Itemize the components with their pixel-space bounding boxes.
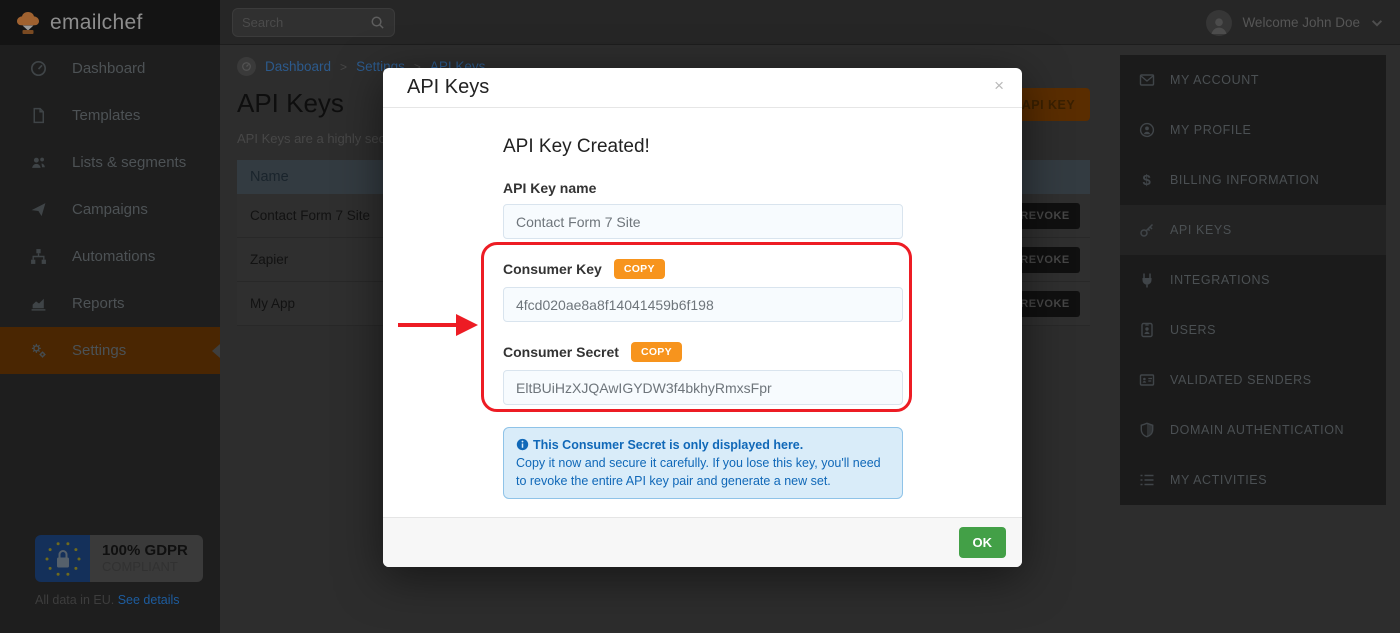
brand-logo: emailchef <box>0 0 220 45</box>
left-sidebar: Dashboard Templates Lists & segments Cam… <box>0 45 220 633</box>
brand-name: emailchef <box>50 11 143 35</box>
chevron-down-icon <box>1370 16 1384 30</box>
menu-item-my-account[interactable]: MY ACCOUNT <box>1120 55 1386 105</box>
shield-icon <box>1139 422 1155 438</box>
breadcrumb-home-icon <box>237 57 256 76</box>
modal-title: API Keys <box>407 76 489 99</box>
menu-item-label: VALIDATED SENDERS <box>1170 373 1312 387</box>
sidebar-item-label: Dashboard <box>72 60 145 77</box>
file-icon <box>30 107 47 124</box>
gears-icon <box>30 342 47 359</box>
avatar <box>1206 10 1232 36</box>
id-badge-icon <box>1139 322 1155 338</box>
menu-item-label: MY PROFILE <box>1170 123 1251 137</box>
menu-item-label: BILLING INFORMATION <box>1170 173 1319 187</box>
paper-plane-icon <box>30 201 47 218</box>
key-icon <box>1139 222 1155 238</box>
dashboard-icon <box>30 60 47 77</box>
chart-icon <box>30 295 47 312</box>
consumer-key-label: Consumer Key <box>503 261 602 277</box>
copy-consumer-key-button[interactable]: COPY <box>614 259 665 279</box>
menu-item-domain-authentication[interactable]: DOMAIN AUTHENTICATION <box>1120 405 1386 455</box>
api-key-name: Contact Form 7 Site <box>250 208 370 223</box>
menu-item-my-activities[interactable]: MY ACTIVITIES <box>1120 455 1386 505</box>
envelope-icon <box>1139 72 1155 88</box>
page-subtitle: API Keys are a highly secu <box>237 131 392 146</box>
menu-item-users[interactable]: USERS <box>1120 305 1386 355</box>
page-title: API Keys <box>237 88 344 119</box>
see-details-link[interactable]: See details <box>118 593 180 607</box>
sidebar-item-dashboard[interactable]: Dashboard <box>0 45 220 92</box>
eu-lock-icon <box>35 535 90 582</box>
consumer-secret-label: Consumer Secret <box>503 344 619 360</box>
sidebar-item-automations[interactable]: Automations <box>0 233 220 280</box>
api-key-name-input[interactable] <box>503 204 903 239</box>
secret-warning-note: This Consumer Secret is only displayed h… <box>503 427 903 499</box>
modal-header: API Keys × <box>383 68 1022 108</box>
dollar-icon: $ <box>1139 172 1155 188</box>
consumer-key-input[interactable] <box>503 287 903 322</box>
menu-item-label: INTEGRATIONS <box>1170 273 1270 287</box>
active-item-notch <box>212 344 220 358</box>
api-key-name-label: API Key name <box>503 180 596 196</box>
user-menu[interactable]: Welcome John Doe <box>1206 0 1384 45</box>
welcome-text: Welcome John Doe <box>1242 15 1360 30</box>
copy-consumer-secret-button[interactable]: COPY <box>631 342 682 362</box>
sidebar-item-campaigns[interactable]: Campaigns <box>0 186 220 233</box>
menu-item-validated-senders[interactable]: VALIDATED SENDERS <box>1120 355 1386 405</box>
note-bold-text: This Consumer Secret is only displayed h… <box>533 438 803 452</box>
sidebar-item-settings[interactable]: Settings <box>0 327 220 374</box>
info-icon <box>516 438 529 451</box>
menu-item-label: DOMAIN AUTHENTICATION <box>1170 423 1344 437</box>
api-key-name: My App <box>250 296 295 311</box>
note-body-text: Copy it now and secure it carefully. If … <box>516 454 890 490</box>
task-list-icon <box>1139 472 1155 488</box>
close-icon[interactable]: × <box>994 77 1004 94</box>
settings-menu: MY ACCOUNT MY PROFILE $ BILLING INFORMAT… <box>1120 55 1386 505</box>
menu-item-label: MY ACTIVITIES <box>1170 473 1267 487</box>
api-keys-modal: API Keys × API Key Created! API Key name… <box>383 68 1022 567</box>
sidebar-item-lists-segments[interactable]: Lists & segments <box>0 139 220 186</box>
menu-item-integrations[interactable]: INTEGRATIONS <box>1120 255 1386 305</box>
plug-icon <box>1139 272 1155 288</box>
search-input[interactable] <box>242 15 370 30</box>
sidebar-item-label: Reports <box>72 295 125 312</box>
gdpr-line2: COMPLIANT <box>102 559 188 574</box>
menu-item-billing-information[interactable]: $ BILLING INFORMATION <box>1120 155 1386 205</box>
modal-footer: OK <box>383 517 1022 567</box>
sidebar-item-reports[interactable]: Reports <box>0 280 220 327</box>
address-card-icon <box>1139 372 1155 388</box>
menu-item-label: USERS <box>1170 323 1216 337</box>
sidebar-item-label: Settings <box>72 342 126 359</box>
search-icon[interactable] <box>370 15 385 30</box>
menu-item-label: MY ACCOUNT <box>1170 73 1259 87</box>
gdpr-badge: 100% GDPR COMPLIANT <box>35 535 203 582</box>
breadcrumb-dashboard[interactable]: Dashboard <box>265 59 331 74</box>
sidebar-item-label: Templates <box>72 107 140 124</box>
ok-button[interactable]: OK <box>959 527 1007 558</box>
consumer-secret-input[interactable] <box>503 370 903 405</box>
sitemap-icon <box>30 248 47 265</box>
sidebar-item-label: Campaigns <box>72 201 148 218</box>
breadcrumb-separator: > <box>340 60 347 74</box>
sidebar-item-label: Lists & segments <box>72 154 186 171</box>
menu-item-label: API KEYS <box>1170 223 1232 237</box>
menu-item-api-keys[interactable]: API KEYS <box>1120 205 1386 255</box>
modal-body: API Key Created! API Key name Consumer K… <box>383 108 1022 499</box>
chef-hat-icon <box>13 10 43 36</box>
menu-item-my-profile[interactable]: MY PROFILE <box>1120 105 1386 155</box>
api-key-created-heading: API Key Created! <box>503 136 903 158</box>
gdpr-line1: 100% GDPR <box>102 542 188 559</box>
gdpr-note: All data in EU. See details <box>35 593 180 607</box>
sidebar-item-templates[interactable]: Templates <box>0 92 220 139</box>
user-circle-icon <box>1139 122 1155 138</box>
users-icon <box>30 154 47 171</box>
api-key-name: Zapier <box>250 252 288 267</box>
topbar: emailchef Welcome John Doe <box>0 0 1400 45</box>
search-box[interactable] <box>232 8 395 37</box>
sidebar-item-label: Automations <box>72 248 155 265</box>
